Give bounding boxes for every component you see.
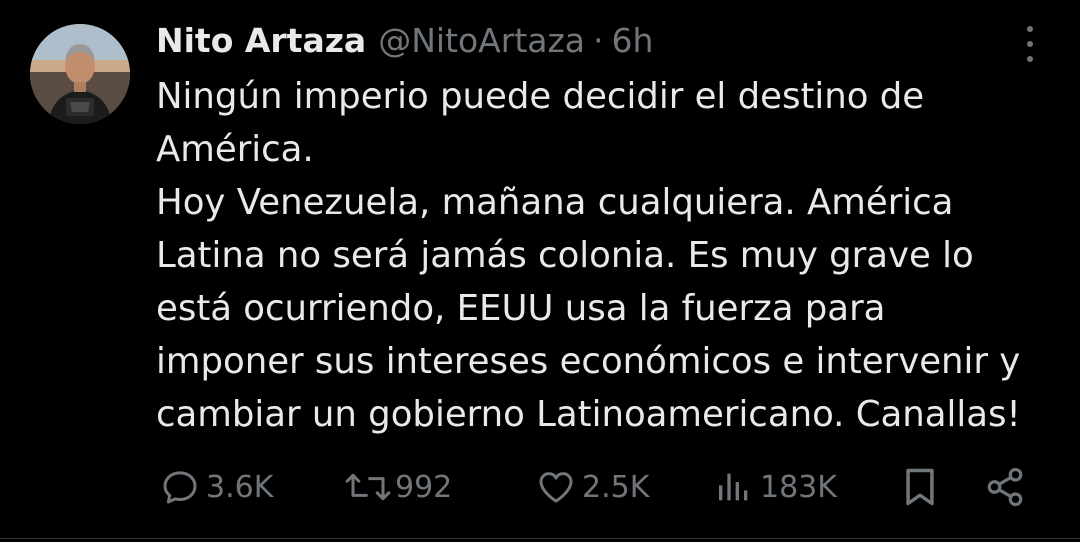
tweet-header: Nito Artaza @NitoArtaza · 6h [156, 18, 653, 64]
heart-icon [539, 472, 573, 503]
separator-dot: · [593, 21, 604, 60]
views-button[interactable]: 183K [714, 462, 837, 512]
share-button[interactable] [984, 462, 1026, 512]
more-options-button[interactable] [1018, 26, 1042, 62]
views-count: 183K [760, 469, 837, 505]
repost-count: 992 [395, 469, 453, 505]
tweet-timestamp[interactable]: 6h [612, 18, 654, 64]
like-button[interactable]: 2.5K [536, 462, 649, 512]
bookmark-icon [906, 468, 934, 506]
reply-button[interactable]: 3.6K [160, 462, 273, 512]
divider [0, 538, 1080, 539]
share-icon [987, 467, 1023, 507]
repost-button[interactable]: 992 [343, 462, 452, 512]
avatar-image [30, 24, 130, 124]
tweet-text-line: está ocurriendo, EEUU usa la fuerza para [156, 288, 886, 329]
views-icon [719, 473, 748, 501]
reply-icon [163, 471, 197, 504]
repost-icon [345, 473, 391, 501]
tweet-text-line: Hoy Venezuela, mañana cualquiera. Améric… [156, 182, 954, 223]
more-icon [1027, 26, 1033, 32]
tweet-text-line: imponer sus intereses económicos e inter… [156, 341, 1021, 382]
like-count: 2.5K [582, 469, 650, 505]
author-display-name[interactable]: Nito Artaza [156, 18, 366, 64]
tweet-text-line: cambiar un gobierno Latinoamericano. Can… [156, 394, 1021, 435]
tweet-text-line: Ningún imperio puede decidir el destino … [156, 76, 925, 117]
bookmark-button[interactable] [898, 462, 942, 512]
tweet-actions: 3.6K 992 2.5K 183K [0, 462, 1080, 512]
author-handle[interactable]: @NitoArtaza [378, 18, 585, 64]
tweet-text-line: América. [156, 129, 314, 170]
tweet-text-line: Latina no será jamás colonia. Es muy gra… [156, 235, 974, 276]
tweet-text: Ningún imperio puede decidir el destino … [156, 70, 1056, 441]
tweet[interactable]: Nito Artaza @NitoArtaza · 6h Ningún impe… [0, 0, 1080, 542]
reply-count: 3.6K [206, 469, 274, 505]
avatar[interactable] [30, 24, 130, 124]
